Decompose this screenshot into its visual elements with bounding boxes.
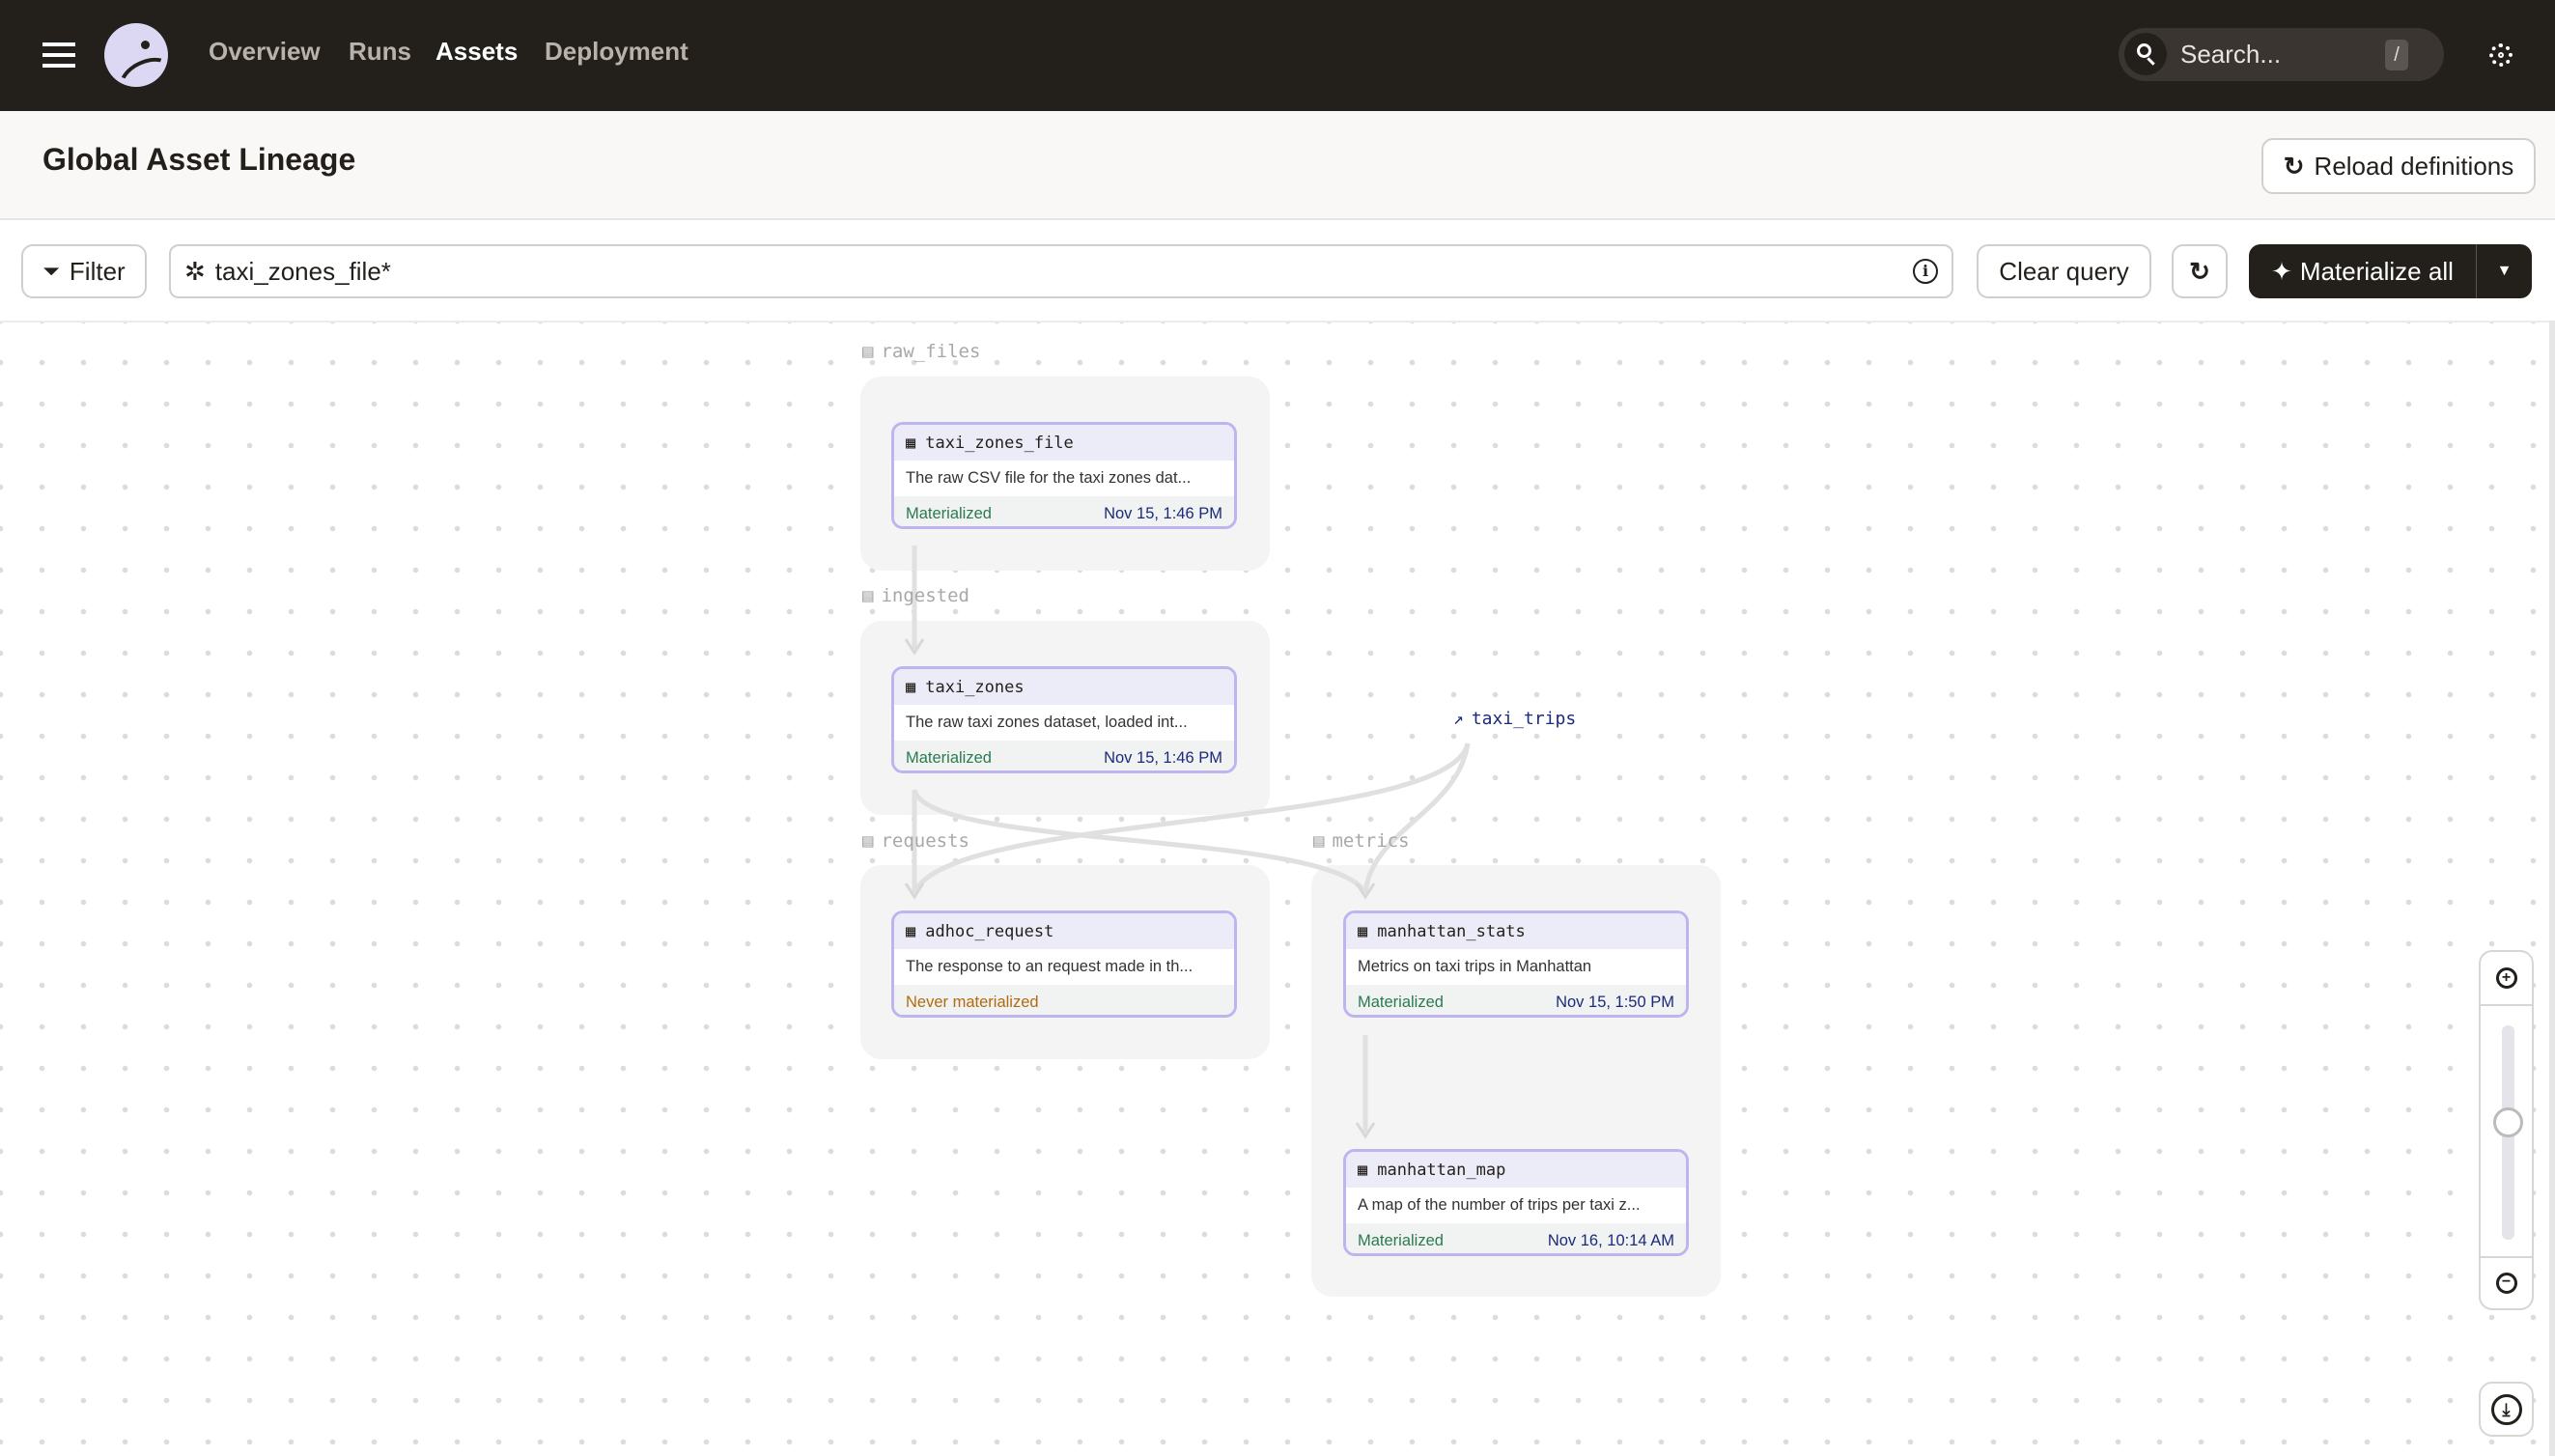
group-name: raw_files — [881, 341, 981, 362]
asset-description: The raw CSV file for the taxi zones dat.… — [906, 469, 1192, 487]
group-name: requests — [881, 830, 969, 852]
asset-name: taxi_zones — [925, 677, 1025, 697]
external-asset-name: taxi_trips — [1471, 709, 1577, 729]
table-icon: ▦ — [906, 433, 916, 453]
zoom-in-button[interactable]: + — [2481, 952, 2532, 1006]
asset-description: The response to an request made in th... — [906, 958, 1193, 975]
zoom-out-button[interactable]: − — [2481, 1256, 2532, 1308]
asset-description: Metrics on taxi trips in Manhattan — [1358, 958, 1592, 975]
folder-table-icon: ▤ — [1313, 830, 1325, 852]
group-name: metrics — [1332, 830, 1410, 852]
materialized-time-link[interactable]: Nov 15, 1:50 PM — [1556, 994, 1674, 1012]
asset-description: A map of the number of trips per taxi z.… — [1358, 1196, 1641, 1214]
asset-name: manhattan_map — [1377, 1160, 1506, 1180]
zoom-slider[interactable] — [2481, 1006, 2532, 1256]
zoom-in-icon: + — [2495, 967, 2517, 989]
download-button[interactable]: ⤓ — [2479, 1382, 2534, 1437]
group-label-metrics[interactable]: ▤ metrics — [1313, 830, 1410, 852]
external-link-icon: ↗ — [1453, 709, 1464, 729]
asset-name: adhoc_request — [925, 921, 1054, 941]
table-icon: ▦ — [906, 677, 916, 697]
group-label-requests[interactable]: ▤ requests — [862, 830, 969, 852]
asset-name: manhattan_stats — [1377, 921, 1526, 941]
asset-node-taxi-zones[interactable]: ▦ taxi_zones The raw taxi zones dataset, … — [891, 666, 1237, 773]
table-icon: ▦ — [1358, 921, 1368, 941]
folder-table-icon: ▤ — [862, 341, 874, 362]
group-label-raw-files[interactable]: ▤ raw_files — [862, 341, 980, 362]
zoom-slider-thumb[interactable] — [2493, 1106, 2523, 1137]
external-asset-taxi-trips[interactable]: ↗ taxi_trips — [1453, 709, 1576, 729]
asset-status: Materialized — [1358, 1232, 1444, 1249]
asset-status: Materialized — [1358, 994, 1444, 1011]
zoom-out-icon: − — [2495, 1273, 2517, 1294]
lineage-edges — [904, 546, 1471, 1139]
group-label-ingested[interactable]: ▤ ingested — [862, 585, 969, 606]
zoom-controls: + − — [2479, 950, 2534, 1310]
materialized-time-link[interactable]: Nov 16, 10:14 AM — [1548, 1232, 1674, 1250]
download-icon: ⤓ — [2490, 1393, 2522, 1425]
asset-node-manhattan-map[interactable]: ▦ manhattan_map A map of the number of tr… — [1343, 1149, 1689, 1256]
table-icon: ▦ — [1358, 1160, 1368, 1180]
asset-node-taxi-zones-file[interactable]: ▦ taxi_zones_file The raw CSV file for th… — [891, 422, 1237, 529]
folder-table-icon: ▤ — [862, 830, 874, 852]
folder-table-icon: ▤ — [862, 585, 874, 606]
materialized-time-link[interactable]: Nov 15, 1:46 PM — [1104, 505, 1222, 523]
group-name: ingested — [881, 585, 969, 606]
table-icon: ▦ — [906, 921, 916, 941]
asset-node-manhattan-stats[interactable]: ▦ manhattan_stats Metrics on taxi trips i… — [1343, 910, 1689, 1018]
asset-status: Never materialized — [906, 994, 1039, 1011]
asset-status: Materialized — [906, 505, 992, 522]
asset-node-adhoc-request[interactable]: ▦ adhoc_request The response to an reques… — [891, 910, 1237, 1018]
materialized-time-link[interactable]: Nov 15, 1:46 PM — [1104, 749, 1222, 768]
scrollbar[interactable] — [2549, 321, 2555, 1456]
asset-name: taxi_zones_file — [925, 433, 1074, 453]
asset-status: Materialized — [906, 749, 992, 767]
asset-description: The raw taxi zones dataset, loaded int..… — [906, 714, 1188, 731]
